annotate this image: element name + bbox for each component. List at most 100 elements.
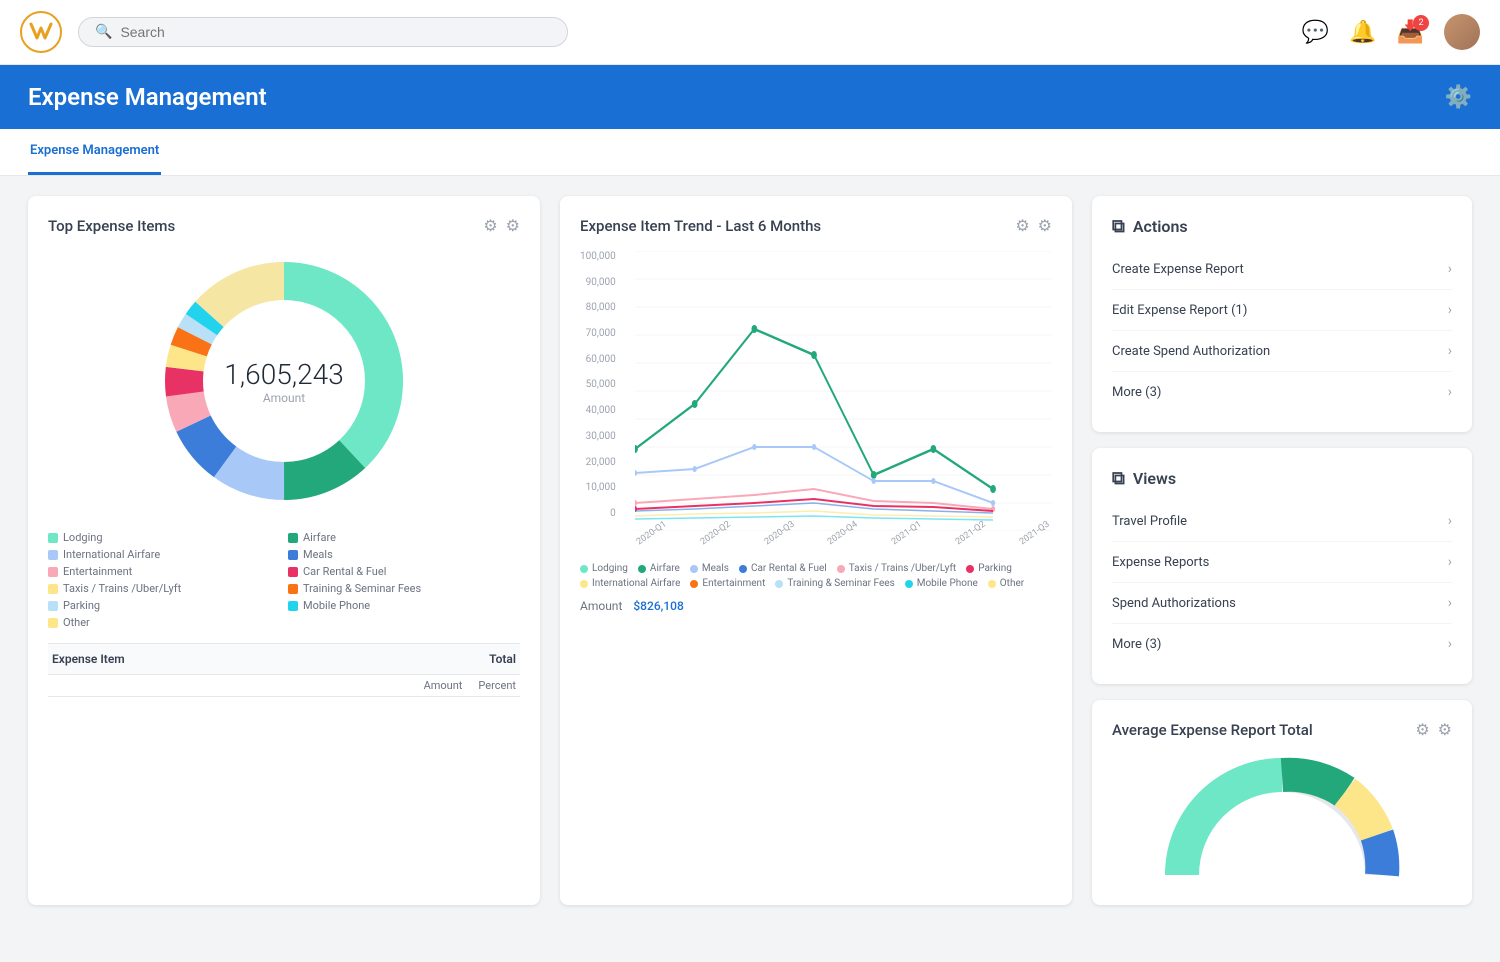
donut-chart-container: 1,605,243 Amount [48,251,520,511]
col-percent: Percent [478,679,516,692]
avg-expense-card: Average Expense Report Total ⚙ ⚙ [1092,700,1472,905]
legend-item: Training & Seminar Fees [288,582,520,595]
trend-legend: LodgingAirfareMealsCar Rental & FuelTaxi… [580,563,1052,589]
action-edit-expense-report[interactable]: Edit Expense Report (1)› [1112,290,1452,331]
trend-settings-icon[interactable]: ⚙ [1038,216,1052,235]
legend-item: Airfare [288,531,520,544]
chevron-icon: › [1448,554,1452,570]
trend-chart-area: 100,00090,00080,00070,00060,00050,00040,… [580,251,1052,549]
top-expense-card: Top Expense Items ⚙ ⚙ [28,196,540,905]
trend-legend-item: Lodging [580,563,628,574]
avg-card-header: Average Expense Report Total ⚙ ⚙ [1112,720,1452,739]
avg-settings-icon[interactable]: ⚙ [1438,720,1452,739]
y-label: 100,000 [580,251,616,262]
action-more-actions[interactable]: More (3) › [1112,372,1452,412]
top-expense-icons: ⚙ ⚙ [483,216,520,235]
avg-card-title: Average Expense Report Total [1112,721,1313,739]
trend-legend-item: Parking [966,563,1012,574]
action-create-expense-report[interactable]: Create Expense Report› [1112,249,1452,290]
views-list: Travel Profile › Expense Reports › Spend Aut… [1112,501,1452,664]
trend-icons: ⚙ ⚙ [1015,216,1052,235]
action-label: Create Spend Authorization [1112,344,1270,359]
view-spend-authorizations[interactable]: Spend Authorizations› [1112,583,1452,624]
trend-chart-card: Expense Item Trend - Last 6 Months ⚙ ⚙ 1… [560,196,1072,905]
trend-legend-item: Other [988,578,1024,589]
avg-filter-icon[interactable]: ⚙ [1415,720,1429,739]
legend-item: Mobile Phone [288,599,520,612]
chat-icon[interactable]: 💬 [1302,20,1329,45]
legend-item: Car Rental & Fuel [288,565,520,578]
trend-legend-item: Entertainment [690,578,765,589]
main-content: Top Expense Items ⚙ ⚙ [0,176,1500,925]
trend-legend-item: Car Rental & Fuel [739,563,827,574]
action-label: More (3) [1112,385,1161,400]
chevron-icon: › [1448,513,1452,529]
trend-legend-item: Training & Seminar Fees [775,578,894,589]
chevron-icon: › [1448,302,1452,318]
bell-icon[interactable]: 🔔 [1349,20,1376,45]
x-axis-labels: 2020-Q12020-Q22020-Q32020-Q42021-Q12021-… [635,535,1052,549]
trend-legend-item: International Airfare [580,578,680,589]
y-axis-labels: 100,00090,00080,00070,00060,00050,00040,… [580,251,616,519]
top-expense-header: Top Expense Items ⚙ ⚙ [48,216,520,235]
col-expense-item: Expense Item [52,652,489,666]
page-header: Expense Management ⚙️ [0,65,1500,129]
trend-legend-item: Taxis / Trains /Uber/Lyft [837,563,956,574]
trend-title: Expense Item Trend - Last 6 Months [580,217,821,235]
donut-center: 1,605,243 Amount [224,358,343,405]
settings-icon[interactable]: ⚙️ [1445,85,1472,110]
trend-filter-icon[interactable]: ⚙ [1015,216,1029,235]
search-box[interactable]: 🔍 [78,17,568,47]
legend-item: Taxis / Trains /Uber/Lyft [48,582,280,595]
avatar[interactable] [1444,14,1480,50]
avg-chart-container [1112,755,1452,885]
page-title: Expense Management [28,83,267,111]
inbox-icon[interactable]: 📥 2 [1397,20,1424,45]
actions-card: ⧉ Actions Create Expense Report›Edit Exp… [1092,196,1472,432]
filter-icon[interactable]: ⚙ [483,216,497,235]
avg-donut-svg [1162,755,1402,885]
view-label: More (3) [1112,637,1161,652]
col-amount: Amount [424,679,463,692]
total-label: Total [489,652,516,666]
chevron-icon: › [1448,384,1452,400]
donut-label: Amount [224,391,343,405]
right-panel: ⧉ Actions Create Expense Report›Edit Exp… [1092,196,1472,905]
y-label: 40,000 [580,405,616,416]
views-title: ⧉ Views [1112,468,1452,489]
amount-row: Amount $826,108 [580,599,1052,613]
chevron-icon: › [1448,636,1452,652]
app-logo [20,11,62,53]
legend-item: Entertainment [48,565,280,578]
search-icon: 🔍 [95,24,112,40]
expense-table: Expense Item Total Amount Percent [48,643,520,697]
legend-item: Meals [288,548,520,561]
copy-icon: ⧉ [1112,216,1125,237]
table-header: Expense Item Total [48,644,520,675]
view-more-views[interactable]: More (3) › [1112,624,1452,664]
action-create-spend-authorization[interactable]: Create Spend Authorization› [1112,331,1452,372]
view-travel-profile[interactable]: Travel Profile › [1112,501,1452,542]
view-label: Travel Profile [1112,514,1187,529]
legend-item: International Airfare [48,548,280,561]
y-label: 50,000 [580,379,616,390]
copy-icon2: ⧉ [1112,468,1125,489]
y-label: 20,000 [580,457,616,468]
tab-expense-management[interactable]: Expense Management [28,129,161,175]
settings-icon2[interactable]: ⚙ [506,216,520,235]
search-input[interactable] [120,24,551,40]
actions-title: ⧉ Actions [1112,216,1452,237]
legend-item: Lodging [48,531,280,544]
y-label: 90,000 [580,277,616,288]
y-label: 0 [580,508,616,519]
view-expense-reports[interactable]: Expense Reports › [1112,542,1452,583]
legend-item: Parking [48,599,280,612]
donut-legend: Lodging Airfare International Airfare Meals… [48,531,520,629]
action-label: Create Expense Report [1112,262,1244,277]
inbox-badge: 2 [1413,15,1429,31]
view-label: Expense Reports [1112,555,1209,570]
y-label: 70,000 [580,328,616,339]
trend-legend-item: Airfare [638,563,680,574]
table-sub-header: Amount Percent [48,675,520,697]
trend-header: Expense Item Trend - Last 6 Months ⚙ ⚙ [580,216,1052,235]
